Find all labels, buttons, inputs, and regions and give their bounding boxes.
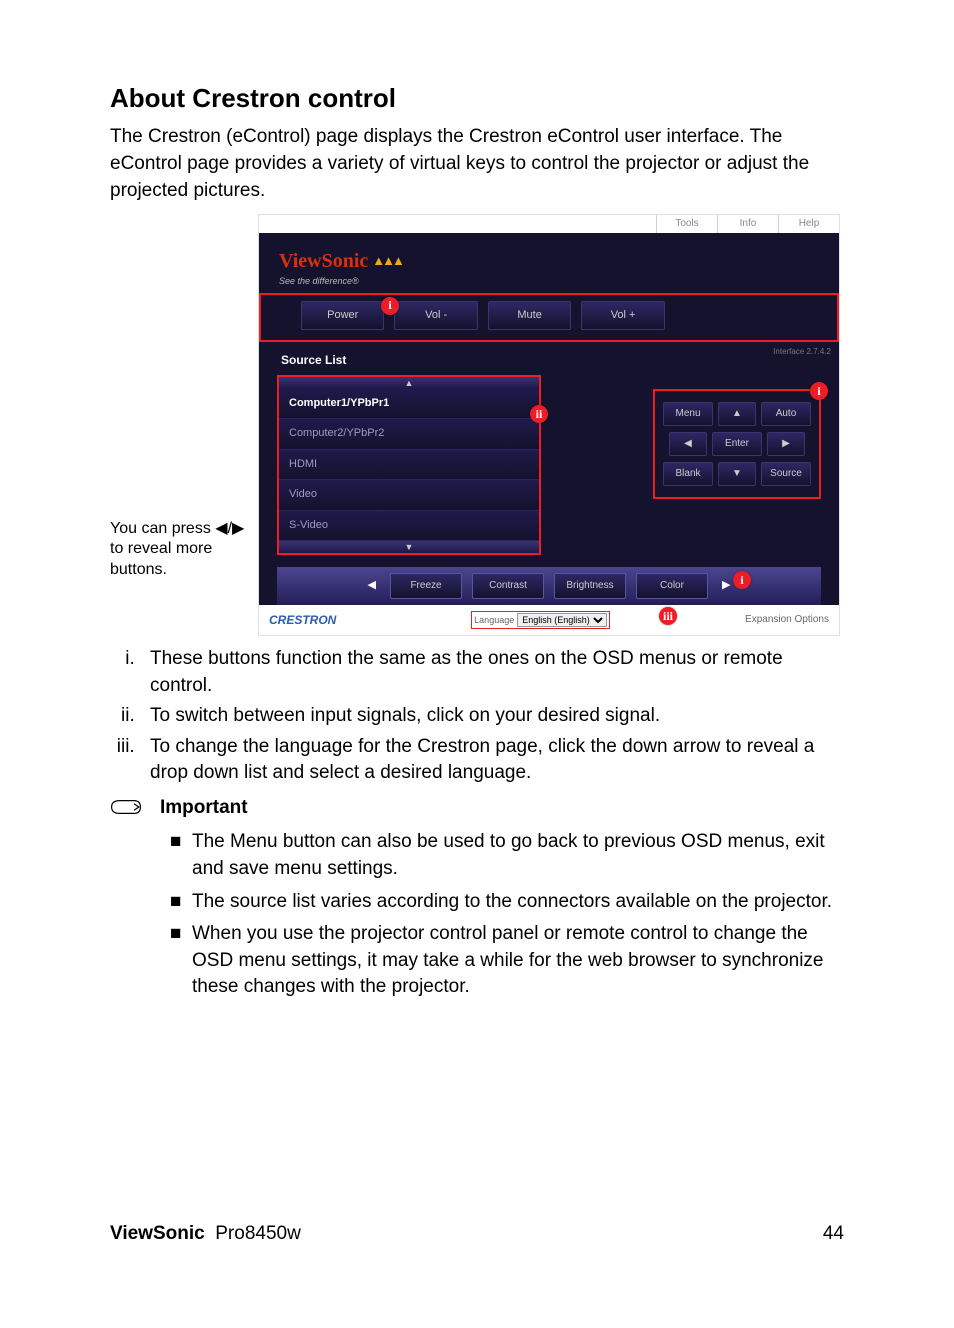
brightness-button[interactable]: Brightness <box>554 573 626 599</box>
source-item-1[interactable]: Computer2/YPbPr2 <box>279 419 539 449</box>
menu-button[interactable]: Menu <box>663 402 713 426</box>
color-button[interactable]: Color <box>636 573 708 599</box>
marker-i-osd: i <box>810 382 828 400</box>
marker-i-power: i <box>381 297 399 315</box>
marker-iii-lang: iii <box>659 607 677 625</box>
osd-pad: i Menu Auto Enter Blank Source <box>653 389 821 499</box>
blank-button[interactable]: Blank <box>663 462 713 486</box>
source-item-0[interactable]: Computer1/YPbPr1 <box>279 389 539 419</box>
language-selector[interactable]: Language English (English) <box>471 611 610 629</box>
bullet-0: The Menu button can also be used to go b… <box>170 829 844 882</box>
figure-caption: You can press ◀/▶ to reveal more buttons… <box>110 519 258 581</box>
explain-iii: To change the language for the Crestron … <box>140 734 844 787</box>
footer-brand: ViewSonic Pro8450w <box>110 1221 301 1248</box>
power-button[interactable]: Power <box>301 301 384 330</box>
auto-button[interactable]: Auto <box>761 402 811 426</box>
nav-right-button[interactable] <box>767 432 805 456</box>
freeze-button[interactable]: Freeze <box>390 573 462 599</box>
econtrol-panel: Tools Info Help ViewSonic ▲▲▲ See the di… <box>258 214 840 636</box>
explain-i: These buttons function the same as the o… <box>140 646 844 699</box>
marker-i-adjust: i <box>733 571 751 589</box>
power-row: Power i Vol - Mute Vol + <box>259 293 839 342</box>
intro-paragraph: The Crestron (eControl) page displays th… <box>110 124 844 204</box>
source-button[interactable]: Source <box>761 462 811 486</box>
brand-name: ViewSonic <box>279 247 368 275</box>
important-bullets: The Menu button can also be used to go b… <box>170 829 844 1001</box>
interface-version: Interface 2.7.4.2 <box>773 346 831 357</box>
language-label: Language <box>474 614 514 627</box>
source-item-2[interactable]: HDMI <box>279 450 539 480</box>
nav-up-button[interactable] <box>718 402 756 426</box>
main-area: Interface 2.7.4.2 Source List Computer1/… <box>259 342 839 605</box>
tab-help[interactable]: Help <box>778 215 839 233</box>
bullet-1: The source list varies according to the … <box>170 889 844 916</box>
brand-header: ViewSonic ▲▲▲ See the difference® <box>259 233 839 294</box>
top-tab-bar: Tools Info Help <box>259 215 839 233</box>
panel-footer: CRESTRON Language English (English) iii … <box>259 605 839 635</box>
source-scroll-up[interactable] <box>279 377 539 389</box>
adjust-next-button[interactable]: ▶ <box>718 578 734 593</box>
vol-plus-button[interactable]: Vol + <box>581 301 664 330</box>
source-list-label: Source List <box>281 352 821 369</box>
crestron-logo: CRESTRON <box>269 612 336 629</box>
source-scroll-down[interactable] <box>279 541 539 553</box>
source-item-4[interactable]: S-Video <box>279 511 539 541</box>
language-dropdown[interactable]: English (English) <box>517 613 607 627</box>
page-footer: ViewSonic Pro8450w 44 <box>110 1221 844 1248</box>
tab-tools[interactable]: Tools <box>656 215 717 233</box>
nav-left-button[interactable] <box>669 432 707 456</box>
adjust-bar: ◀ Freeze Contrast Brightness Color ▶ i <box>277 567 821 605</box>
explain-ii: To switch between input signals, click o… <box>140 703 844 730</box>
nav-down-button[interactable] <box>718 462 756 486</box>
page-number: 44 <box>823 1221 844 1248</box>
bullet-2: When you use the projector control panel… <box>170 921 844 1001</box>
explanation-list: These buttons function the same as the o… <box>140 646 844 787</box>
contrast-button[interactable]: Contrast <box>472 573 544 599</box>
expansion-options-link[interactable]: Expansion Options <box>745 613 829 627</box>
figure-wrapper: You can press ◀/▶ to reveal more buttons… <box>110 214 844 636</box>
source-item-3[interactable]: Video <box>279 480 539 510</box>
important-label: Important <box>160 795 248 822</box>
tab-info[interactable]: Info <box>717 215 778 233</box>
page-heading: About Crestron control <box>110 80 844 116</box>
marker-ii-source: ii <box>530 405 548 423</box>
note-hand-icon <box>110 795 160 826</box>
mute-button[interactable]: Mute <box>488 301 571 330</box>
adjust-prev-button[interactable]: ◀ <box>364 578 380 593</box>
source-list: Computer1/YPbPr1 ii Computer2/YPbPr2 HDM… <box>277 375 541 555</box>
vol-minus-button[interactable]: Vol - <box>394 301 477 330</box>
brand-birds-icon: ▲▲▲ <box>372 252 402 270</box>
enter-button[interactable]: Enter <box>712 432 762 456</box>
brand-tagline: See the difference® <box>279 275 819 288</box>
